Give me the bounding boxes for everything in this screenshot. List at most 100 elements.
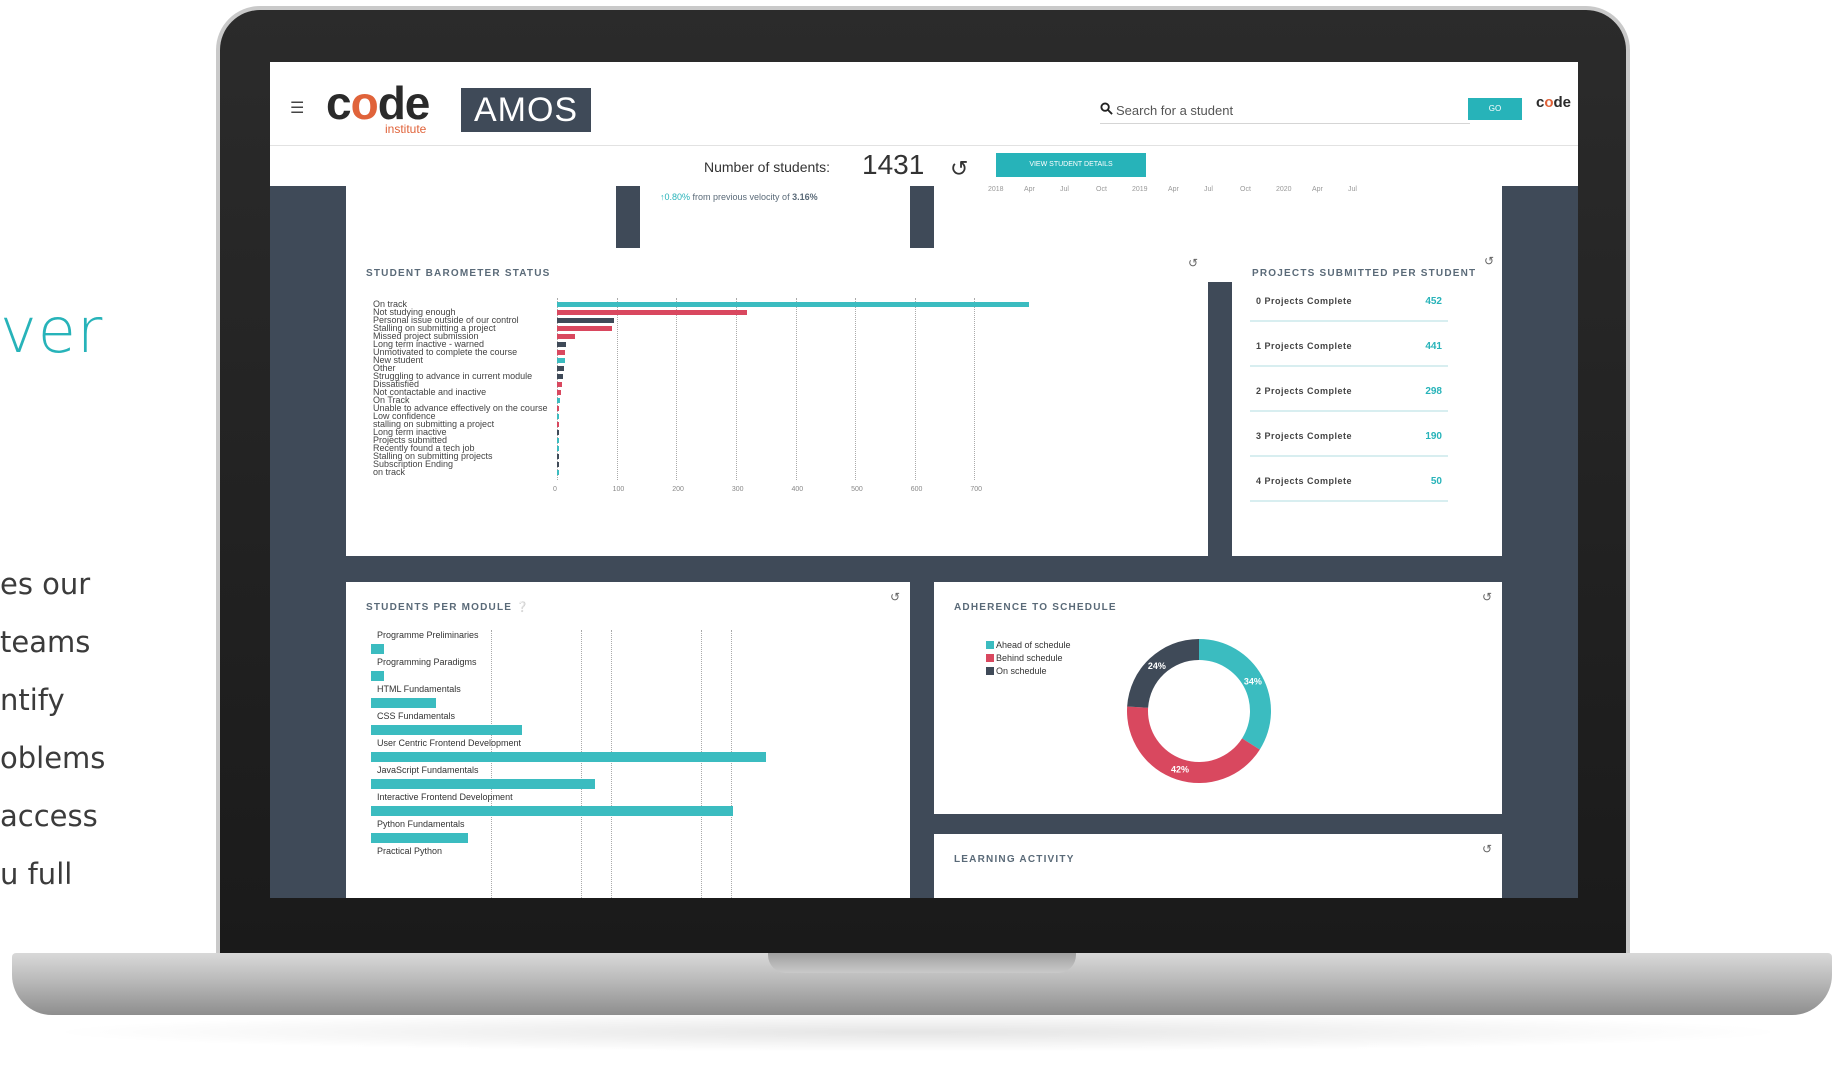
card-barometer: STUDENT BAROMETER STATUS ↺ 0 100 200 300 400… — [346, 248, 1208, 556]
legend-item: Ahead of schedule — [986, 640, 1071, 650]
bar — [557, 438, 559, 443]
list-item: 2 Projects Complete 298 — [1250, 374, 1448, 412]
laptop-shadow — [40, 1012, 1796, 1052]
list-item: 3 Projects Complete 190 — [1250, 419, 1448, 457]
list-item: 4 Projects Complete 50 — [1250, 464, 1448, 502]
barometer-chart: 0 100 200 300 400 500 600 700 On track Not studyi… — [346, 248, 1208, 556]
bar — [557, 334, 575, 339]
student-count-bar: Number of students: 1431 ↺ VIEW STUDENT … — [270, 146, 1578, 186]
donut-label: 24% — [1148, 661, 1166, 671]
donut-label: 42% — [1171, 764, 1189, 774]
bar — [557, 358, 565, 363]
bar — [557, 398, 560, 403]
bar-label: Interactive Frontend Development — [377, 792, 513, 802]
student-count-value: 1431 — [862, 149, 925, 180]
axis-tick-label: 700 — [970, 486, 983, 493]
product-name: AMOS — [461, 88, 591, 132]
refresh-icon[interactable]: ↺ — [1482, 842, 1492, 856]
timeline-tick-label: Jul — [1060, 186, 1069, 193]
app-screen: ☰ code institute AMOS GO code Number of … — [270, 62, 1578, 898]
donut-slice — [1127, 639, 1199, 708]
bar — [557, 310, 747, 315]
refresh-icon[interactable]: ↺ — [950, 156, 968, 182]
timeline-tick-label: Jul — [1348, 186, 1357, 193]
bar — [557, 470, 559, 475]
bar — [557, 462, 559, 467]
bar-label: JavaScript Fundamentals — [377, 765, 479, 775]
promo-heading: ver — [0, 294, 104, 367]
bar — [557, 390, 561, 395]
bar — [371, 671, 384, 681]
legend-swatch — [986, 641, 994, 649]
axis-tick-label: 200 — [672, 486, 684, 493]
refresh-icon[interactable]: ↺ — [1484, 254, 1494, 268]
promo-line: ntify — [0, 683, 65, 717]
axis-tick-label: 100 — [612, 486, 625, 493]
card-students-per-module: STUDENTS PER MODULE ❔ ↺ Programme Prelim… — [346, 582, 910, 898]
bar — [557, 350, 566, 355]
grid-line — [974, 298, 976, 480]
bar-label: Python Fundamentals — [377, 819, 465, 829]
promo-line: oblems — [0, 741, 106, 775]
promo-line: es our — [0, 567, 91, 601]
timeline-tick-label: 2019 — [1132, 186, 1148, 193]
donut-slice — [1199, 639, 1271, 750]
bar — [557, 342, 566, 347]
code-institute-mini-logo[interactable]: code — [1536, 94, 1571, 111]
list-item: 0 Projects Complete 452 — [1250, 284, 1448, 322]
grid-line — [491, 630, 492, 898]
list-item: 1 Projects Complete 441 — [1250, 329, 1448, 367]
adherence-donut-chart: 34% 42% 24% — [1127, 639, 1271, 783]
bar — [557, 446, 559, 451]
bar — [371, 752, 766, 762]
refresh-icon[interactable]: ↺ — [1482, 590, 1492, 604]
bar — [557, 374, 563, 379]
card-learning-activity: LEARNING ACTIVITY ↺ — [934, 834, 1502, 898]
timeline-tick-label: Apr — [1024, 186, 1035, 193]
card-title: LEARNING ACTIVITY — [954, 854, 1075, 865]
donut-slice — [1127, 706, 1260, 783]
bar — [557, 302, 1030, 307]
grid-line — [731, 630, 732, 898]
laptop-notch — [768, 953, 1076, 973]
timeline-tick-label: Jul — [1204, 186, 1213, 193]
view-student-details-button[interactable]: VIEW STUDENT DETAILS — [996, 153, 1146, 177]
bar — [557, 318, 614, 323]
grid-line — [735, 298, 737, 480]
bar — [371, 779, 595, 789]
bar — [557, 414, 559, 419]
bar — [557, 326, 613, 331]
grid-line — [795, 298, 797, 480]
search-input[interactable] — [1116, 100, 1466, 120]
bar — [557, 454, 559, 459]
promo-line: access — [0, 799, 98, 833]
axis-tick-label: 600 — [910, 486, 923, 493]
grid-line — [676, 298, 678, 480]
axis-tick-label: 300 — [731, 486, 744, 493]
bar — [371, 806, 734, 816]
timeline-tick-label: Oct — [1096, 186, 1107, 193]
legend-swatch — [986, 654, 994, 662]
card-adherence: ADHERENCE TO SCHEDULE ↺ Ahead of schedul… — [934, 582, 1502, 814]
timeline-tick-label: Apr — [1312, 186, 1323, 193]
bar — [557, 430, 559, 435]
bar-label: on track — [373, 467, 406, 477]
promo-text: es our teams ntify oblems access u full — [0, 555, 105, 903]
timeline-tick-label: 2018 — [988, 186, 1004, 193]
timeline-tick-label: Apr — [1168, 186, 1179, 193]
legend-item: On schedule — [986, 666, 1047, 676]
bar-label: User Centric Frontend Development — [377, 738, 522, 748]
bar — [557, 382, 562, 387]
bar-label: Programme Preliminaries — [377, 630, 479, 640]
axis-tick-label: 400 — [791, 486, 804, 493]
bar — [557, 406, 560, 411]
grid-line — [611, 630, 612, 898]
grid-line — [581, 630, 582, 898]
axis-tick-label: 0 — [553, 486, 557, 493]
legend-swatch — [986, 667, 994, 675]
student-count-label: Number of students: — [704, 159, 831, 175]
bar-label: HTML Fundamentals — [377, 684, 461, 694]
go-button[interactable]: GO — [1468, 98, 1522, 120]
menu-icon[interactable]: ☰ — [290, 98, 304, 118]
bar — [371, 725, 523, 735]
